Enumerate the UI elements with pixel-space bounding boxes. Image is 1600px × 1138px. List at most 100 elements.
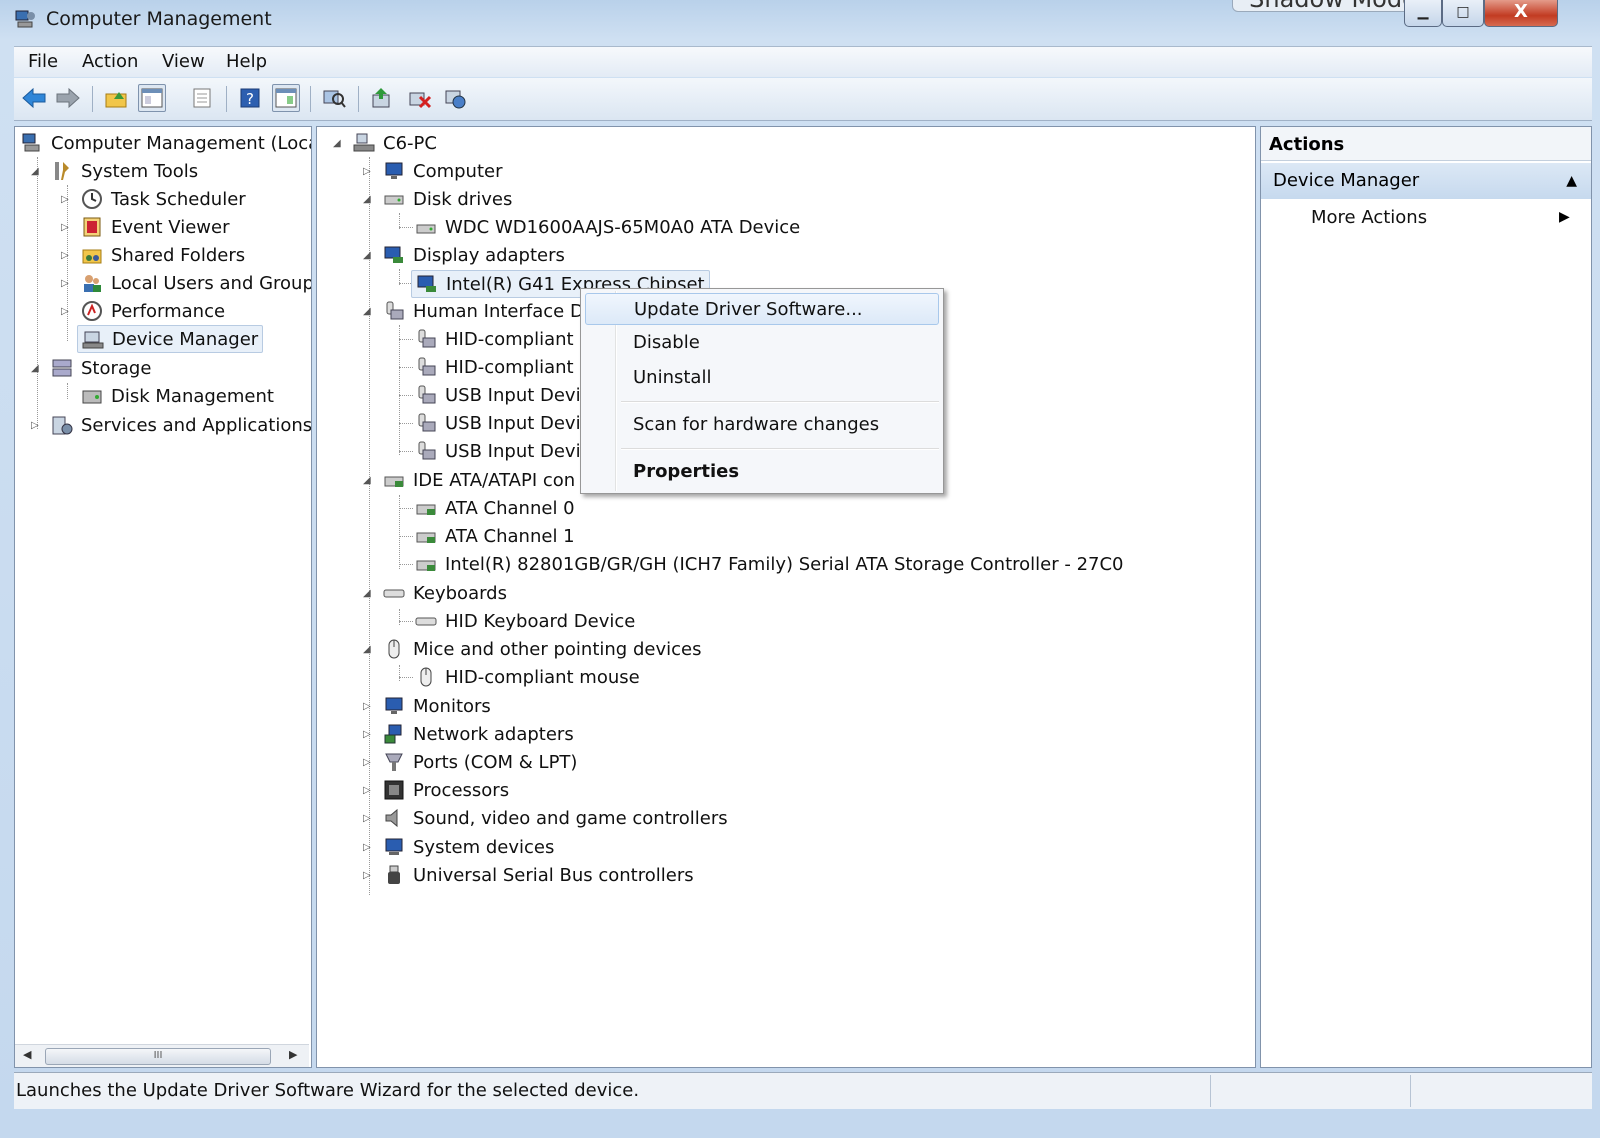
tree-disk-management[interactable]: Disk Management [81, 382, 274, 410]
console-tree-icon [141, 88, 163, 108]
back-button[interactable] [20, 84, 48, 112]
device-computer[interactable]: Computer [383, 157, 502, 185]
collapse-up-icon[interactable]: ▲ [1566, 163, 1577, 199]
collapse-arrow-icon[interactable]: ◢ [31, 166, 43, 177]
device-disk-drives[interactable]: Disk drives [383, 185, 512, 213]
device-ata-channel-1[interactable]: ATA Channel 1 [415, 522, 575, 550]
tree-label: Ports (COM & LPT) [413, 751, 578, 773]
device-usb-controllers[interactable]: Universal Serial Bus controllers [383, 861, 694, 889]
status-bar: Launches the Update Driver Software Wiza… [14, 1072, 1592, 1109]
device-root-c6-pc[interactable]: C6-PC [353, 129, 437, 157]
device-usb-input-3[interactable]: USB Input Devic [415, 437, 591, 465]
device-wdc-drive[interactable]: WDC WD1600AAJS-65M0A0 ATA Device [415, 213, 800, 241]
menu-disable[interactable]: Disable [585, 327, 939, 359]
expand-arrow-icon[interactable]: ▷ [61, 306, 73, 317]
show-hide-tree-button[interactable] [138, 84, 166, 112]
properties-toolbar-button[interactable] [188, 84, 216, 112]
device-human-interface[interactable]: Human Interface De [383, 297, 595, 325]
expand-arrow-icon[interactable]: ▷ [363, 813, 375, 824]
collapse-arrow-icon[interactable]: ◢ [363, 306, 375, 317]
more-actions-item[interactable]: More Actions [1311, 207, 1427, 228]
show-hide-action-pane-button[interactable] [272, 84, 300, 112]
collapse-arrow-icon[interactable]: ◢ [333, 138, 345, 149]
device-sound-video[interactable]: Sound, video and game controllers [383, 804, 728, 832]
tree-label: IDE ATA/ATAPI con [413, 469, 576, 491]
device-ide-ata[interactable]: IDE ATA/ATAPI con [383, 466, 575, 494]
scrollbar-thumb[interactable]: III [45, 1048, 271, 1065]
menu-uninstall[interactable]: Uninstall [585, 362, 939, 394]
collapse-arrow-icon[interactable]: ◢ [363, 194, 375, 205]
help-button[interactable]: ? [236, 84, 264, 112]
expand-arrow-icon[interactable]: ▷ [363, 729, 375, 740]
expand-arrow-icon[interactable]: ▷ [363, 842, 375, 853]
device-intel-sata-controller[interactable]: Intel(R) 82801GB/GR/GH (ICH7 Family) Ser… [415, 550, 1124, 578]
expand-arrow-icon[interactable]: ▷ [363, 870, 375, 881]
shared-folder-icon [82, 249, 102, 264]
tree-computer-management[interactable]: Computer Management (Local [21, 129, 311, 157]
minimize-button[interactable]: ▁ [1404, 0, 1442, 27]
device-usb-input-2[interactable]: USB Input Devic [415, 409, 591, 437]
expand-arrow-icon[interactable]: ▷ [363, 166, 375, 177]
expand-arrow-icon[interactable]: ▷ [61, 194, 73, 205]
expand-arrow-icon[interactable]: ▷ [31, 420, 43, 431]
tree-services-applications[interactable]: Services and Applications [51, 411, 311, 439]
uninstall-device-button[interactable] [406, 84, 434, 112]
collapse-arrow-icon[interactable]: ◢ [363, 588, 375, 599]
scroll-right-icon[interactable]: ▶ [289, 1048, 297, 1061]
forward-button[interactable] [54, 84, 82, 112]
tree-performance[interactable]: Performance [81, 297, 225, 325]
tree-shared-folders[interactable]: Shared Folders [81, 241, 245, 269]
device-mice[interactable]: Mice and other pointing devices [383, 635, 701, 663]
menu-action[interactable]: Action [82, 51, 138, 72]
tree-local-users-groups[interactable]: Local Users and Groups [81, 269, 311, 297]
expand-arrow-icon[interactable]: ▷ [363, 757, 375, 768]
menu-properties[interactable]: Properties [585, 456, 939, 488]
expand-arrow-icon[interactable]: ▷ [61, 278, 73, 289]
tree-storage[interactable]: Storage [51, 354, 151, 382]
actions-device-manager-section[interactable]: Device Manager ▲ [1261, 163, 1591, 199]
tree-event-viewer[interactable]: Event Viewer [81, 213, 229, 241]
tree-task-scheduler[interactable]: Task Scheduler [81, 185, 246, 213]
menu-help[interactable]: Help [226, 51, 267, 72]
device-ports[interactable]: Ports (COM & LPT) [383, 748, 577, 776]
device-processors[interactable]: Processors [383, 776, 509, 804]
keyboard-icon [415, 617, 437, 626]
device-usb-input-1[interactable]: USB Input Devic [415, 381, 591, 409]
menu-scan-hardware[interactable]: Scan for hardware changes [585, 409, 939, 441]
menu-view[interactable]: View [162, 51, 205, 72]
expand-arrow-icon[interactable]: ▷ [363, 785, 375, 796]
scan-hardware-button[interactable] [320, 84, 348, 112]
tree-system-tools[interactable]: System Tools [51, 157, 198, 185]
device-ata-channel-0[interactable]: ATA Channel 0 [415, 494, 575, 522]
device-system-devices[interactable]: System devices [383, 833, 554, 861]
expand-arrow-icon[interactable]: ▷ [363, 701, 375, 712]
title-bar[interactable]: Computer Management Shadow Mode ▁ □ X [0, 0, 1600, 40]
device-hid-mouse[interactable]: HID-compliant mouse [415, 663, 640, 691]
collapse-arrow-icon[interactable]: ◢ [363, 250, 375, 261]
expand-arrow-icon[interactable]: ▷ [61, 250, 73, 261]
up-one-level-button[interactable] [102, 84, 130, 112]
collapse-arrow-icon[interactable]: ◢ [363, 644, 375, 655]
expand-arrow-icon[interactable]: ▷ [61, 222, 73, 233]
horizontal-scrollbar[interactable]: ◀ III ▶ [15, 1044, 309, 1067]
menu-file[interactable]: File [28, 51, 58, 72]
device-hid-keyboard[interactable]: HID Keyboard Device [415, 607, 635, 635]
device-network-adapters[interactable]: Network adapters [383, 720, 574, 748]
update-driver-button[interactable] [368, 84, 396, 112]
collapse-arrow-icon[interactable]: ◢ [31, 363, 43, 374]
device-hid-compliant-2[interactable]: HID-compliant c [415, 353, 589, 381]
device-keyboards[interactable]: Keyboards [383, 579, 507, 607]
device-display-adapters[interactable]: Display adapters [383, 241, 565, 269]
device-monitors[interactable]: Monitors [383, 692, 491, 720]
close-button[interactable]: X [1484, 0, 1558, 27]
scroll-left-icon[interactable]: ◀ [23, 1048, 31, 1061]
tree-device-manager[interactable]: Device Manager [77, 325, 264, 353]
device-hid-compliant-1[interactable]: HID-compliant c [415, 325, 589, 353]
tree-label: Universal Serial Bus controllers [413, 864, 694, 886]
enable-device-button[interactable] [442, 84, 470, 112]
submenu-arrow-icon: ▶ [1559, 209, 1570, 225]
collapse-arrow-icon[interactable]: ◢ [363, 475, 375, 486]
menu-update-driver-software[interactable]: Update Driver Software... [585, 293, 939, 325]
maximize-button[interactable]: □ [1442, 0, 1484, 27]
tree-label: Human Interface De [413, 300, 595, 322]
